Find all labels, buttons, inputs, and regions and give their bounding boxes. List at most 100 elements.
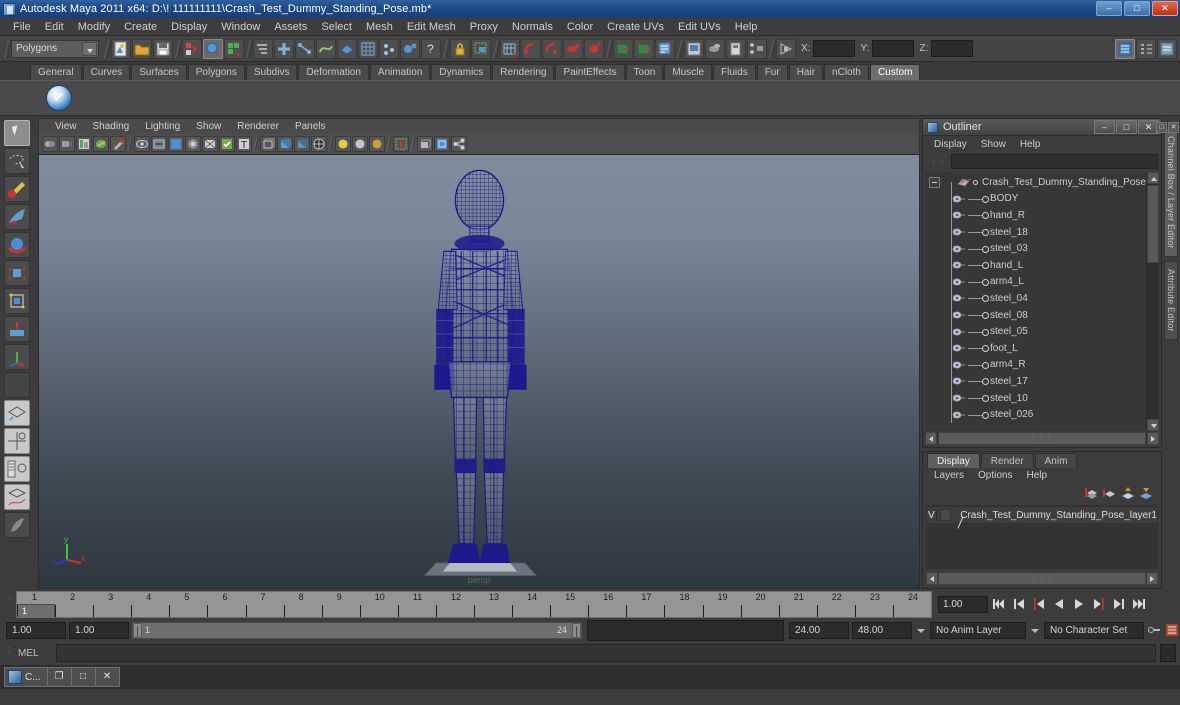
range-slider-track[interactable]: 1 24 bbox=[132, 621, 582, 639]
shelf-tab-custom[interactable]: Custom bbox=[869, 64, 921, 80]
viewport-menu-panels[interactable]: Panels bbox=[287, 121, 334, 132]
step-forward-keyframe-icon[interactable] bbox=[1110, 595, 1128, 613]
all-outputs-icon[interactable] bbox=[584, 38, 604, 59]
two-d-pan-zoom-icon[interactable] bbox=[93, 136, 109, 152]
shelf-tab-rendering[interactable]: Rendering bbox=[492, 64, 555, 80]
wireframe-shading-icon[interactable] bbox=[260, 136, 276, 152]
viewport-menu-shading[interactable]: Shading bbox=[85, 121, 138, 132]
use-selected-lights-icon[interactable] bbox=[369, 136, 385, 152]
side-tab-channel-box-layer-editor[interactable]: Channel Box / Layer Editor bbox=[1164, 128, 1178, 257]
shelf-tab-subdivs[interactable]: Subdivs bbox=[245, 64, 298, 80]
paint-effects-tool[interactable] bbox=[4, 512, 30, 538]
menu-item-assets[interactable]: Assets bbox=[267, 20, 314, 34]
menu-item-select[interactable]: Select bbox=[314, 20, 359, 34]
script-editor-button[interactable] bbox=[1160, 644, 1176, 662]
layer-menu-layers[interactable]: Layers bbox=[927, 470, 971, 481]
layer-playback-toggle[interactable] bbox=[939, 509, 951, 521]
show-tool-settings-icon[interactable] bbox=[1157, 38, 1177, 59]
layer-menu-options[interactable]: Options bbox=[971, 470, 1019, 481]
layer-scroll-right-icon[interactable] bbox=[1146, 572, 1158, 585]
shelf-tab-general[interactable]: General bbox=[30, 64, 82, 80]
shelf-tab-dynamics[interactable]: Dynamics bbox=[431, 64, 492, 80]
smooth-shade-selected-icon[interactable] bbox=[294, 136, 310, 152]
render-current-frame-icon[interactable] bbox=[634, 38, 654, 59]
window-controls[interactable]: – □ ✕ bbox=[1096, 1, 1178, 16]
range-right-handle[interactable] bbox=[572, 622, 581, 638]
output-connections-icon[interactable] bbox=[542, 38, 562, 59]
snap-to-point-icon[interactable] bbox=[316, 38, 336, 59]
layer-scroll-left-icon[interactable] bbox=[926, 572, 938, 585]
outliner-row[interactable]: steel_05 bbox=[925, 323, 1146, 340]
scroll-left-icon[interactable] bbox=[925, 432, 937, 445]
single-perspective-layout-icon[interactable] bbox=[4, 400, 30, 426]
outliner-window-controls[interactable]: – □ ✕ bbox=[1094, 120, 1159, 134]
menu-item-normals[interactable]: Normals bbox=[505, 20, 560, 34]
custom-shelf-check-icon[interactable] bbox=[46, 85, 72, 111]
step-back-keyframe-icon[interactable] bbox=[1010, 595, 1028, 613]
select-camera-icon[interactable] bbox=[42, 136, 58, 152]
grease-pencil-icon[interactable] bbox=[110, 136, 126, 152]
shelf-tab-muscle[interactable]: Muscle bbox=[664, 64, 713, 80]
help-icon[interactable]: ? bbox=[421, 38, 441, 59]
menu-item-color[interactable]: Color bbox=[560, 20, 600, 34]
viewport-menu-show[interactable]: Show bbox=[188, 121, 229, 132]
anim-layer-chevron-icon[interactable] bbox=[1029, 622, 1041, 639]
toggle-xray-icon[interactable] bbox=[202, 136, 218, 152]
use-default-lighting-icon[interactable] bbox=[335, 136, 351, 152]
range-left-handle[interactable] bbox=[133, 622, 142, 638]
construction-history-icon[interactable] bbox=[400, 38, 420, 59]
range-options-chevron-icon[interactable] bbox=[915, 622, 927, 639]
outliner-row[interactable]: steel_10 bbox=[925, 389, 1146, 407]
side-tab-attribute-editor[interactable]: Attribute Editor bbox=[1164, 260, 1178, 340]
make-live-icon[interactable] bbox=[379, 38, 399, 59]
input-connections-grid-icon[interactable] bbox=[500, 38, 520, 59]
move-tool[interactable] bbox=[4, 204, 30, 230]
layer-menu-help[interactable]: Help bbox=[1019, 470, 1054, 481]
animation-end-field[interactable]: 48.00 bbox=[852, 621, 912, 639]
open-render-view-icon[interactable] bbox=[613, 38, 633, 59]
outliner-row[interactable]: hand_L bbox=[925, 256, 1146, 274]
last-tool-used[interactable] bbox=[4, 372, 30, 398]
universal-manipulator-tool[interactable] bbox=[4, 288, 30, 314]
layer-editor-tab-anim[interactable]: Anim bbox=[1034, 453, 1078, 468]
outliner-row[interactable]: hand_R bbox=[925, 207, 1146, 224]
outliner-root-row[interactable]: Crash_Test_Dummy_Standing_Pose bbox=[925, 174, 1146, 191]
outliner-row[interactable]: steel_026 bbox=[925, 406, 1146, 423]
outliner-row[interactable]: steel_18 bbox=[925, 223, 1146, 241]
go-to-start-icon[interactable] bbox=[990, 595, 1008, 613]
soft-modification-tool[interactable] bbox=[4, 316, 30, 342]
current-frame-field[interactable]: 1.00 bbox=[938, 595, 988, 613]
shelf-tab-curves[interactable]: Curves bbox=[82, 64, 131, 80]
scroll-down-icon[interactable] bbox=[1147, 419, 1159, 431]
snap-to-curve-icon[interactable] bbox=[295, 38, 315, 59]
go-to-end-icon[interactable] bbox=[1130, 595, 1148, 613]
input-connections-icon[interactable] bbox=[521, 38, 541, 59]
outliner-menu-help[interactable]: Help bbox=[1013, 139, 1048, 150]
show-attribute-editor-icon[interactable] bbox=[1136, 38, 1156, 59]
scroll-right-icon[interactable] bbox=[1147, 432, 1159, 445]
step-back-frame-icon[interactable] bbox=[1030, 595, 1048, 613]
outliner-scroll-thumb[interactable] bbox=[1147, 185, 1159, 263]
snap-grid-list-icon[interactable] bbox=[253, 38, 273, 59]
xray-joints-icon[interactable] bbox=[434, 136, 450, 152]
outliner-row[interactable]: steel_04 bbox=[925, 290, 1146, 307]
perspective-viewport[interactable]: persp y x z bbox=[38, 154, 920, 589]
outliner-minimize-button[interactable]: – bbox=[1094, 120, 1115, 134]
toggle-exposure-icon[interactable] bbox=[185, 136, 201, 152]
shelf-tab-fur[interactable]: Fur bbox=[756, 64, 788, 80]
shaded-wireframe-icon[interactable] bbox=[311, 136, 327, 152]
time-slider-track[interactable]: 1 1 2 3 4 5 6 7 8 9 10 11 12 13 14 15 16 17 18 19 20 21 22 23 2… bbox=[16, 590, 932, 618]
outliner-hscroll-thumb[interactable] bbox=[938, 432, 1146, 445]
outliner-row[interactable]: arm4_R bbox=[925, 356, 1146, 374]
minimize-button[interactable]: – bbox=[1096, 1, 1122, 16]
menu-item-help[interactable]: Help bbox=[728, 20, 765, 34]
outliner-row[interactable]: BODY bbox=[925, 190, 1146, 208]
shelf-tab-painteffects[interactable]: PaintEffects bbox=[555, 64, 625, 80]
maximize-button[interactable]: □ bbox=[1124, 1, 1150, 16]
snap-to-view-plane-icon[interactable] bbox=[337, 38, 357, 59]
outliner-row[interactable]: arm4_L bbox=[925, 273, 1146, 291]
all-inputs-icon[interactable] bbox=[563, 38, 583, 59]
menu-item-proxy[interactable]: Proxy bbox=[463, 20, 505, 34]
animation-start-field[interactable]: 1.00 bbox=[6, 621, 66, 639]
menu-item-modify[interactable]: Modify bbox=[71, 20, 117, 34]
